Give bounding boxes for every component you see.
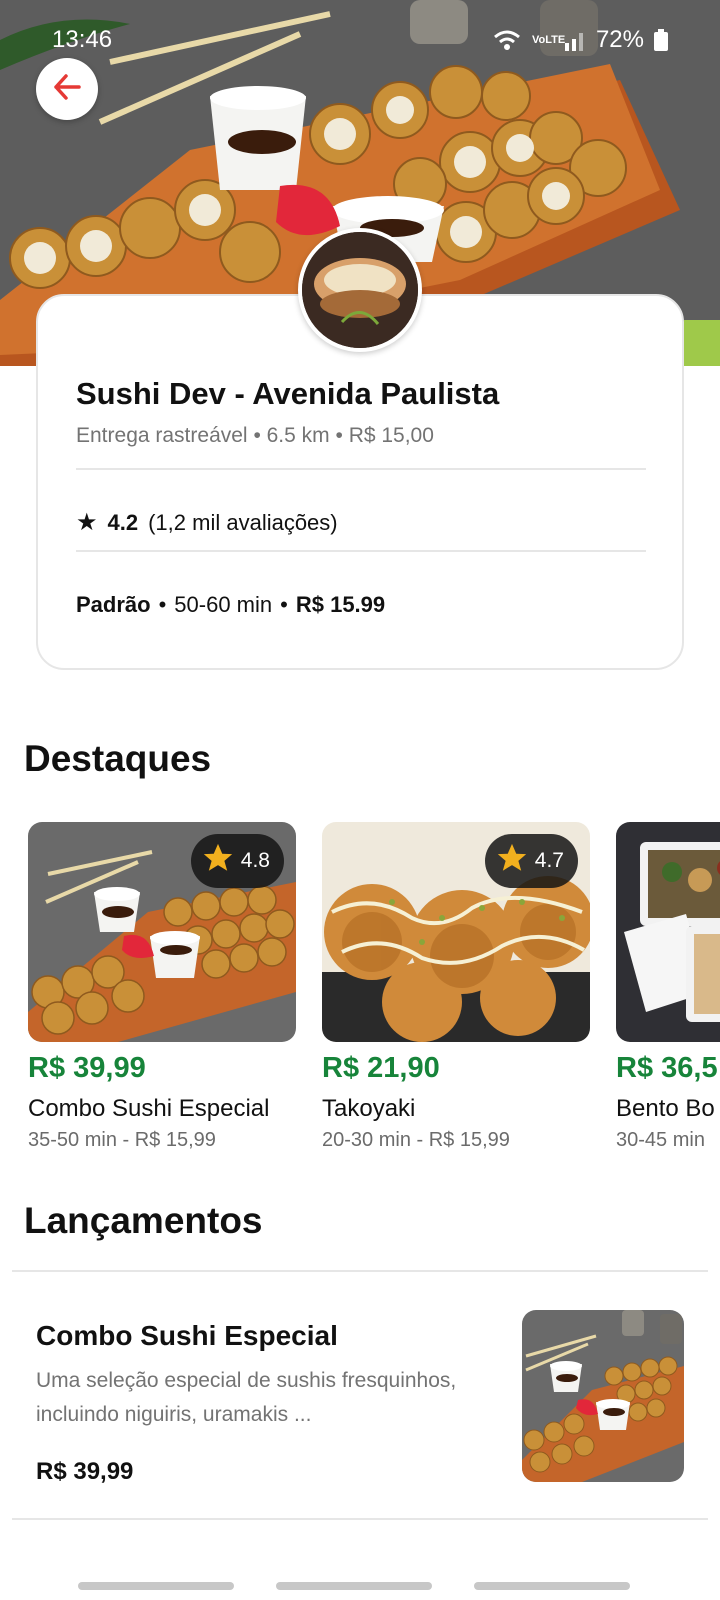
rating-value: 4.2 xyxy=(107,509,139,535)
product-price: R$ 36,5 xyxy=(616,1052,718,1084)
page-indicator xyxy=(276,1582,432,1590)
star-icon: ★ xyxy=(76,509,98,536)
divider xyxy=(12,1518,708,1520)
product-price: R$ 21,90 xyxy=(322,1052,440,1084)
back-button[interactable] xyxy=(36,58,98,120)
product-name: Bento Bo xyxy=(616,1095,715,1122)
product-name: Combo Sushi Especial xyxy=(36,1320,338,1351)
store-name: Sushi Dev - Avenida Paulista xyxy=(76,376,500,411)
delivery-time: 50-60 min xyxy=(174,592,273,617)
highlight-card[interactable]: 4.8 R$ 39,99 Combo Sushi Especial 35-50 … xyxy=(28,822,296,1152)
product-image: 4.7 xyxy=(322,822,590,1042)
product-image xyxy=(522,1310,684,1482)
store-logo xyxy=(298,228,422,352)
status-time: 13:46 xyxy=(52,26,113,53)
highlights-carousel[interactable]: 4.8 R$ 39,99 Combo Sushi Especial 35-50 … xyxy=(28,822,720,1172)
product-image: 4.8 xyxy=(28,822,296,1042)
rating-value: 4.7 xyxy=(534,849,564,872)
delivery-price: R$ 15.99 xyxy=(295,592,386,617)
star-icon xyxy=(495,841,529,881)
delivery-fee: R$ 15,00 xyxy=(348,424,434,447)
rating-badge: 4.7 xyxy=(484,834,578,888)
store-rating[interactable]: ★ 4.2 (1,2 mil avaliações) xyxy=(76,508,338,537)
product-name: Combo Sushi Especial xyxy=(28,1095,270,1122)
product-description: Uma seleção especial de sushis fresquinh… xyxy=(36,1369,457,1426)
section-title-highlights: Destaques xyxy=(24,738,212,779)
star-icon xyxy=(201,841,235,881)
delivery-type: Entrega rastreável xyxy=(76,424,248,447)
divider xyxy=(76,468,646,470)
volte-label: VoLTE xyxy=(531,33,566,46)
product-meta: 35-50 min - R$ 15,99 xyxy=(28,1129,216,1151)
rating-value: 4.8 xyxy=(240,849,270,872)
list-item[interactable]: Combo Sushi Especial Uma seleção especia… xyxy=(12,1272,708,1520)
status-icons: VoLTE 72% xyxy=(492,26,668,54)
rating-badge: 4.8 xyxy=(190,834,284,888)
highlight-card[interactable]: 4.7 R$ 21,90 Takoyaki 20-30 min - R$ 15,… xyxy=(322,822,590,1152)
page-indicator xyxy=(474,1582,630,1590)
product-name: Takoyaki xyxy=(322,1095,416,1122)
review-count: (1,2 mil avaliações) xyxy=(148,509,338,535)
page-indicator xyxy=(78,1582,234,1590)
delivery-option[interactable]: Padrão • 50-60 min • R$ 15.99 xyxy=(76,592,385,618)
battery-level: 72% xyxy=(595,26,644,53)
wifi-icon xyxy=(492,28,522,52)
product-image xyxy=(616,822,720,1042)
section-title-launches: Lançamentos xyxy=(24,1200,263,1241)
store-distance: 6.5 km xyxy=(266,424,330,447)
product-price: R$ 39,99 xyxy=(28,1052,146,1084)
arrow-left-icon xyxy=(53,73,81,105)
signal-icon xyxy=(564,29,586,51)
store-delivery-info: Entrega rastreável • 6.5 km • R$ 15,00 xyxy=(76,424,434,447)
product-price: R$ 39,99 xyxy=(36,1458,134,1485)
delivery-mode: Padrão xyxy=(76,592,151,617)
battery-icon xyxy=(654,29,668,51)
product-meta: 20-30 min - R$ 15,99 xyxy=(322,1129,510,1151)
highlight-card[interactable]: R$ 36,5 Bento Bo 30-45 min xyxy=(616,822,720,1152)
product-meta: 30-45 min xyxy=(616,1129,705,1151)
divider xyxy=(76,550,646,552)
status-bar: 13:46 VoLTE 72% xyxy=(0,22,720,58)
